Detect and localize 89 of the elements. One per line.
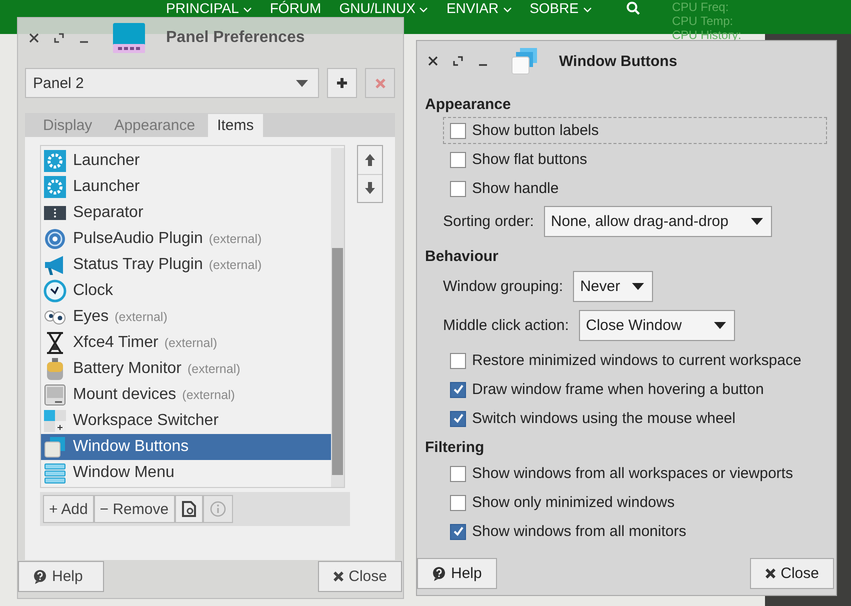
dropdown[interactable]: Never [573, 271, 654, 302]
nav-link[interactable]: FÓRUM [270, 0, 322, 16]
section-heading: Appearance [425, 94, 512, 114]
section-heading: Filtering [425, 438, 486, 458]
info-icon [210, 501, 226, 517]
restore-icon[interactable] [452, 55, 464, 67]
list-item[interactable]: Launcher [41, 174, 331, 200]
checkbox-option[interactable]: Draw window frame when hovering a button [447, 376, 826, 403]
nav-link[interactable]: PRINCIPAL [166, 0, 239, 16]
edit-item-button[interactable] [174, 495, 203, 523]
workspace-icon [43, 409, 67, 433]
checkbox[interactable] [450, 410, 466, 426]
list-item[interactable]: Eyes (external) [41, 304, 331, 330]
help-icon [33, 570, 47, 584]
dropdown-arrow-icon [750, 218, 763, 225]
section-heading: Behaviour [425, 246, 500, 266]
list-item[interactable]: Xfce4 Timer (external) [41, 330, 331, 356]
checkbox-option[interactable]: Show button labels [443, 117, 827, 144]
list-item[interactable]: Status Tray Plugin (external) [41, 252, 331, 278]
close-icon [374, 78, 386, 88]
plus-icon [336, 77, 348, 89]
close-icon [332, 571, 344, 582]
checkbox[interactable] [450, 352, 466, 368]
window-title: Window Buttons [559, 52, 678, 70]
close-icon[interactable] [427, 55, 439, 67]
monitor-label: CPU Freq: [672, 0, 730, 14]
speaker-icon [43, 227, 67, 251]
restore-icon[interactable] [53, 32, 65, 44]
windows-icon [43, 435, 67, 459]
checkbox[interactable] [450, 382, 466, 398]
nav-link[interactable]: GNU/LINUX [339, 0, 416, 16]
down-arrow-icon [364, 181, 376, 196]
list-item[interactable]: Clock [41, 278, 331, 304]
checkbox-option[interactable]: Show only minimized windows [447, 489, 826, 516]
up-arrow-icon [364, 152, 376, 167]
nav-link[interactable]: SOBRE [530, 0, 579, 16]
list-item[interactable]: Launcher [41, 148, 331, 174]
menu-icon [43, 461, 67, 485]
field-label: Window grouping: [443, 278, 564, 295]
nav-link[interactable]: ENVIAR [446, 0, 499, 16]
list-item[interactable]: Separator [41, 200, 331, 226]
dropdown-arrow-icon [296, 80, 308, 86]
scrollbar[interactable] [331, 148, 344, 487]
document-icon [182, 501, 196, 517]
clock-icon [43, 279, 67, 303]
remove-button[interactable]: − Remove [94, 495, 175, 523]
checkbox[interactable] [450, 152, 466, 168]
help-button[interactable]: Help [417, 558, 497, 589]
checkbox-option[interactable]: Switch windows using the mouse wheel [447, 405, 826, 432]
checkbox[interactable] [450, 524, 466, 540]
close-button[interactable]: Close [750, 558, 834, 589]
list-item[interactable]: Window Menu [41, 460, 331, 486]
list-item[interactable]: PulseAudio Plugin (external) [41, 226, 331, 252]
help-icon [432, 566, 446, 580]
checkbox-option[interactable]: Show handle [447, 175, 826, 202]
close-icon [764, 568, 776, 579]
drive-icon [43, 383, 67, 407]
dropdown[interactable]: Close Window [578, 310, 735, 341]
add-button[interactable]: + Add [43, 495, 94, 523]
tab[interactable]: Items [208, 114, 263, 137]
gear-icon [43, 175, 67, 199]
list-item[interactable]: Window Buttons [41, 434, 331, 460]
close-icon[interactable] [28, 32, 40, 44]
monitor-label: CPU Temp: [672, 14, 734, 28]
dropdown-arrow-icon [714, 322, 726, 329]
dropdown-arrow-icon [632, 283, 644, 290]
field-label: Middle click action: [443, 317, 569, 334]
add-panel-button[interactable] [327, 68, 357, 98]
windows-icon [510, 46, 540, 76]
list-item[interactable]: Mount devices (external) [41, 382, 331, 408]
panel-dropdown[interactable]: Panel 2 [25, 68, 319, 98]
gear-icon [43, 149, 67, 173]
checkbox[interactable] [450, 494, 466, 510]
checkbox[interactable] [450, 180, 466, 196]
checkbox-option[interactable]: Restore minimized windows to current workspace [447, 347, 826, 374]
window-title: Panel Preferences [166, 29, 305, 47]
list-item[interactable]: Battery Monitor (external) [41, 356, 331, 382]
checkbox-option[interactable]: Show windows from all workspaces or viewports [447, 460, 826, 487]
list-item[interactable]: Workspace Switcher [41, 408, 331, 434]
checkbox-option[interactable]: Show windows from all monitors [447, 518, 826, 545]
panel-icon [111, 20, 147, 56]
dropdown[interactable]: None, allow drag-and-drop [544, 206, 772, 237]
field-label: Sorting order: [443, 213, 534, 230]
close-button[interactable]: Close [318, 561, 402, 592]
checkbox[interactable] [450, 466, 466, 482]
search-icon[interactable] [626, 0, 640, 14]
checkbox-option[interactable]: Show flat buttons [447, 146, 826, 173]
help-button[interactable]: Help [18, 561, 104, 592]
checkbox[interactable] [450, 122, 466, 138]
